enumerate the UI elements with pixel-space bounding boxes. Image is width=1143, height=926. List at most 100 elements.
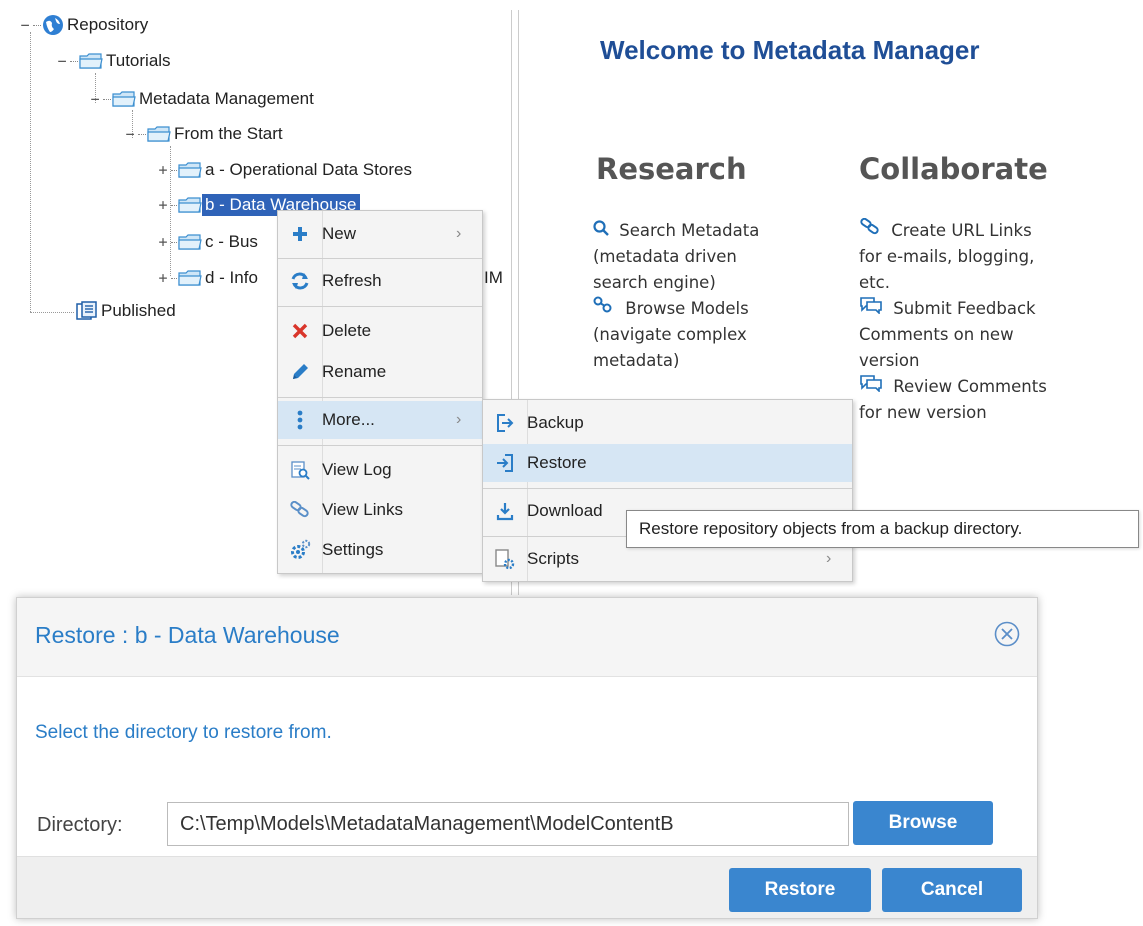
tree-partial-text: IM bbox=[484, 268, 503, 287]
folder-icon bbox=[112, 91, 136, 107]
chevron-right-icon: › bbox=[456, 225, 462, 242]
restore-tooltip: Restore repository objects from a backup… bbox=[626, 510, 1139, 548]
collapse-icon[interactable]: − bbox=[18, 16, 32, 34]
tree-label: Metadata Management bbox=[139, 89, 314, 108]
collapse-icon[interactable]: − bbox=[123, 125, 137, 143]
tree-node-child[interactable]: + a - Operational Data Stores bbox=[156, 157, 415, 183]
cancel-button[interactable]: Cancel bbox=[882, 868, 1022, 912]
tree-node-tutorials[interactable]: − Tutorials bbox=[55, 48, 174, 74]
search-icon bbox=[593, 220, 614, 240]
link-label: Submit Feedback bbox=[893, 299, 1036, 318]
comment-icon bbox=[859, 297, 888, 318]
refresh-icon bbox=[291, 272, 309, 290]
scripts-icon bbox=[495, 549, 515, 570]
tree-node-from-the-start[interactable]: − From the Start bbox=[123, 121, 286, 147]
folder-icon bbox=[178, 234, 202, 250]
dialog-header: Restore : b - Data Warehouse bbox=[17, 598, 1037, 677]
browse-icon bbox=[593, 296, 620, 318]
review-comments-link[interactable]: Review Comments bbox=[859, 374, 1129, 400]
tree-node-metadata-management[interactable]: − Metadata Management bbox=[88, 86, 317, 112]
menu-label: Settings bbox=[322, 540, 384, 559]
expand-icon[interactable]: + bbox=[156, 196, 170, 214]
menu-label: Refresh bbox=[322, 271, 382, 290]
menu-label: More... bbox=[322, 410, 375, 429]
menu-item-refresh[interactable]: Refresh bbox=[278, 262, 482, 300]
link-icon bbox=[859, 217, 886, 240]
tree-label: Repository bbox=[67, 15, 149, 34]
research-column: Search Metadata (metadata driven search … bbox=[593, 218, 843, 374]
menu-label: Backup bbox=[527, 413, 584, 432]
menu-label: Rename bbox=[322, 362, 387, 381]
menu-item-settings[interactable]: Settings bbox=[278, 531, 482, 569]
collapse-icon[interactable]: − bbox=[55, 52, 69, 70]
research-heading: Research bbox=[596, 152, 747, 186]
link-label: Browse Models bbox=[625, 299, 749, 318]
menu-item-new[interactable]: New › bbox=[278, 215, 482, 253]
folder-icon bbox=[178, 162, 202, 178]
desc-text: for new version bbox=[859, 403, 987, 422]
menu-label: Delete bbox=[322, 321, 372, 340]
plus-icon bbox=[293, 227, 307, 241]
folder-icon bbox=[178, 270, 202, 286]
desc-text: for e-mails, blogging, bbox=[859, 247, 1035, 266]
settings-icon bbox=[291, 539, 311, 559]
link-label: Create URL Links bbox=[891, 221, 1032, 240]
menu-item-view-links[interactable]: View Links bbox=[278, 491, 482, 529]
comment-icon bbox=[859, 375, 888, 396]
restore-dialog: Restore : b - Data Warehouse Select the … bbox=[16, 597, 1038, 919]
search-metadata-link[interactable]: Search Metadata bbox=[593, 218, 843, 244]
directory-input[interactable] bbox=[167, 802, 849, 846]
submit-feedback-link[interactable]: Submit Feedback bbox=[859, 296, 1129, 322]
desc-text: version bbox=[859, 351, 920, 370]
browse-button[interactable]: Browse bbox=[853, 801, 993, 845]
tree-label: Tutorials bbox=[106, 51, 171, 70]
menu-item-rename[interactable]: Rename bbox=[278, 353, 482, 391]
tree-node-published[interactable]: Published bbox=[76, 298, 179, 324]
close-icon[interactable] bbox=[993, 620, 1021, 648]
desc-text: (metadata driven bbox=[593, 247, 737, 266]
tree-label: Published bbox=[101, 301, 176, 320]
menu-label: View Links bbox=[322, 500, 403, 519]
collapse-icon[interactable]: − bbox=[88, 90, 102, 108]
link-label: Search Metadata bbox=[619, 221, 760, 240]
folder-icon bbox=[147, 126, 171, 142]
collaborate-heading: Collaborate bbox=[859, 152, 1048, 186]
welcome-title: Welcome to Metadata Manager bbox=[600, 35, 980, 65]
tree-label: From the Start bbox=[174, 124, 283, 143]
menu-label: Scripts bbox=[527, 549, 579, 568]
submenu-item-backup[interactable]: Backup bbox=[483, 404, 852, 442]
menu-label: Restore bbox=[527, 453, 587, 472]
pencil-icon bbox=[293, 364, 308, 379]
tree-label: a - Operational Data Stores bbox=[205, 160, 412, 179]
menu-label: New bbox=[322, 224, 357, 243]
directory-label: Directory: bbox=[37, 814, 123, 836]
browse-models-link[interactable]: Browse Models bbox=[593, 296, 843, 322]
chevron-right-icon: › bbox=[456, 411, 462, 428]
download-icon bbox=[496, 503, 514, 521]
tree-node-child[interactable]: + c - Bus bbox=[156, 229, 261, 255]
view-log-icon bbox=[291, 461, 310, 480]
restore-button[interactable]: Restore bbox=[729, 868, 871, 912]
globe-icon bbox=[43, 15, 63, 35]
tree-node-child[interactable]: + d - Info bbox=[156, 265, 261, 291]
menu-item-delete[interactable]: Delete bbox=[278, 312, 482, 350]
folder-icon bbox=[178, 197, 202, 213]
submenu-item-restore[interactable]: Restore bbox=[483, 444, 852, 482]
desc-text: etc. bbox=[859, 273, 890, 292]
link-icon bbox=[290, 501, 309, 518]
more-submenu: Backup Restore Download Scripts › bbox=[482, 399, 853, 582]
desc-text: (navigate complex bbox=[593, 325, 747, 344]
menu-item-view-log[interactable]: View Log bbox=[278, 451, 482, 489]
menu-item-more[interactable]: More... › bbox=[278, 401, 482, 439]
published-icon bbox=[76, 301, 97, 320]
desc-text: metadata) bbox=[593, 351, 680, 370]
link-label: Review Comments bbox=[893, 377, 1047, 396]
collaborate-column: Create URL Links for e-mails, blogging, … bbox=[859, 217, 1129, 426]
expand-icon[interactable]: + bbox=[156, 269, 170, 287]
dialog-title: Restore : b - Data Warehouse bbox=[35, 622, 340, 648]
create-url-links-link[interactable]: Create URL Links bbox=[859, 217, 1129, 244]
folder-icon bbox=[79, 53, 103, 69]
expand-icon[interactable]: + bbox=[156, 233, 170, 251]
tree-node-repository[interactable]: − Repository bbox=[18, 12, 151, 38]
expand-icon[interactable]: + bbox=[156, 161, 170, 179]
